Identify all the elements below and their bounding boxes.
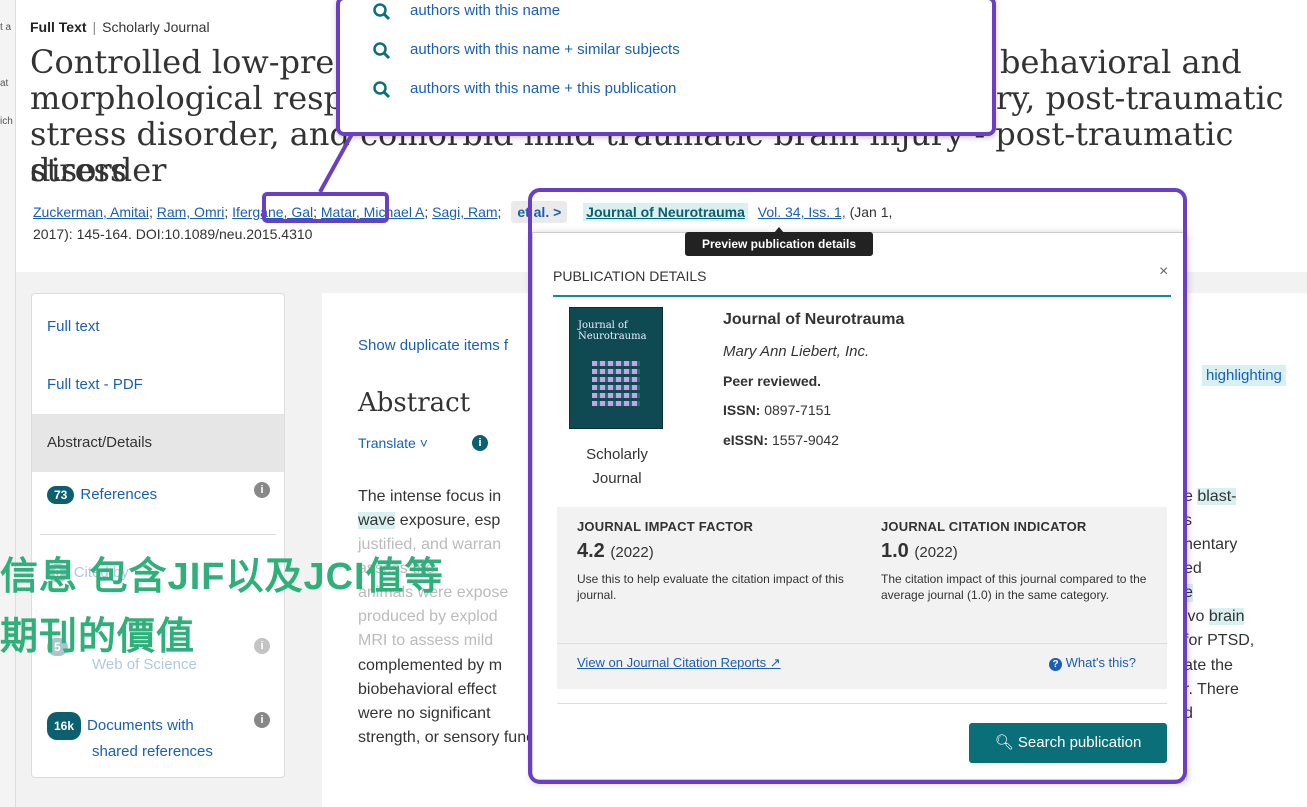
show-duplicates-link[interactable]: Show duplicate items f xyxy=(358,337,508,354)
search-icon xyxy=(372,41,392,65)
abstract-line: MRI to assess mild xyxy=(358,632,494,649)
option-label: authors with this name xyxy=(410,2,561,19)
divider xyxy=(40,534,276,535)
info-icon[interactable]: i xyxy=(254,638,270,654)
abstract-line-right: ate the xyxy=(1184,657,1233,674)
abstract-line-right: ivo brain xyxy=(1184,608,1245,625)
author-highlight-box xyxy=(262,192,389,223)
author-link[interactable]: Sagi, Ram xyxy=(432,204,497,220)
document-type: Full Text | Scholarly Journal xyxy=(30,19,210,35)
sidebar-item-shared-references[interactable]: 16k Documents with shared references xyxy=(32,712,284,764)
document-sidebar: Full text Full text - PDF Abstract/Detai… xyxy=(31,293,285,778)
left-edge-strip: t a at ich xyxy=(0,0,16,807)
sidebar-item-abstract-details[interactable]: Abstract/Details xyxy=(32,414,284,472)
references-label: References xyxy=(80,486,158,503)
title-line: morphological resp xyxy=(30,79,345,117)
abstract-line: biobehavioral effect xyxy=(358,681,497,698)
translate-info-icon[interactable]: i xyxy=(472,435,488,451)
shared-label-2: shared references xyxy=(92,743,213,760)
translate-dropdown[interactable]: Translate ˅ xyxy=(358,435,428,451)
title-line: disorder xyxy=(30,151,167,189)
author-link[interactable]: Zuckerman, Amitai xyxy=(33,204,149,220)
info-icon[interactable]: i xyxy=(254,712,270,728)
abstract-line: The intense focus in xyxy=(358,488,502,505)
annotation-text: 期刊的價值 xyxy=(0,616,196,658)
abstract-line-right: nentary xyxy=(1184,536,1238,553)
abstract-line: produced by explod xyxy=(358,608,498,625)
abstract-line-right: r. There xyxy=(1184,681,1239,698)
author-search-option[interactable]: authors with this name xyxy=(373,2,561,21)
annotation-text: 信息 包含JIF以及JCI值等 xyxy=(0,556,444,598)
author-link[interactable]: Ram, Omri xyxy=(157,204,225,220)
author-search-dropdown: authors with this name authors with this… xyxy=(336,0,996,136)
shared-label: Documents with xyxy=(87,717,194,734)
full-text-label: Full Text xyxy=(30,19,87,35)
sidebar-item-references[interactable]: 73 References xyxy=(32,486,284,504)
abstract-line: wave exposure, esp xyxy=(358,512,501,529)
title-line: behavioral and xyxy=(1000,43,1242,81)
author-search-option[interactable]: authors with this name + this publicatio… xyxy=(373,80,677,99)
highlighting-toggle[interactable]: highlighting xyxy=(1202,365,1286,386)
sidebar-item-full-text[interactable]: Full text xyxy=(32,318,284,335)
abstract-line-right: for PTSD, xyxy=(1184,632,1255,649)
option-label: authors with this name + this publicatio… xyxy=(410,80,677,97)
search-icon xyxy=(372,2,392,26)
citation-details: 2017): 145-164. DOI:10.1089/neu.2015.431… xyxy=(33,226,313,242)
shared-count: 16k xyxy=(47,712,82,740)
abstract-line: were no significant xyxy=(358,705,491,722)
search-icon xyxy=(372,80,392,104)
abstract-line-right: e blast- xyxy=(1184,488,1237,505)
title-line: Controlled low-pres xyxy=(30,43,351,81)
author-search-option[interactable]: authors with this name + similar subject… xyxy=(373,41,680,60)
references-count: 73 xyxy=(47,486,75,504)
abstract-heading: Abstract xyxy=(358,388,471,418)
abstract-line: complemented by m xyxy=(358,657,503,674)
sidebar-item-full-text-pdf[interactable]: Full text - PDF xyxy=(32,376,284,393)
option-label: authors with this name + similar subject… xyxy=(410,41,680,58)
title-line: ry, post-traumatic xyxy=(996,79,1284,117)
strip-text: at xyxy=(0,78,9,89)
info-icon[interactable]: i xyxy=(254,482,270,498)
publication-highlight-frame xyxy=(528,188,1187,784)
doc-type-label: Scholarly Journal xyxy=(102,19,210,35)
strip-text: ich xyxy=(0,116,13,127)
strip-text: t a xyxy=(0,22,12,33)
